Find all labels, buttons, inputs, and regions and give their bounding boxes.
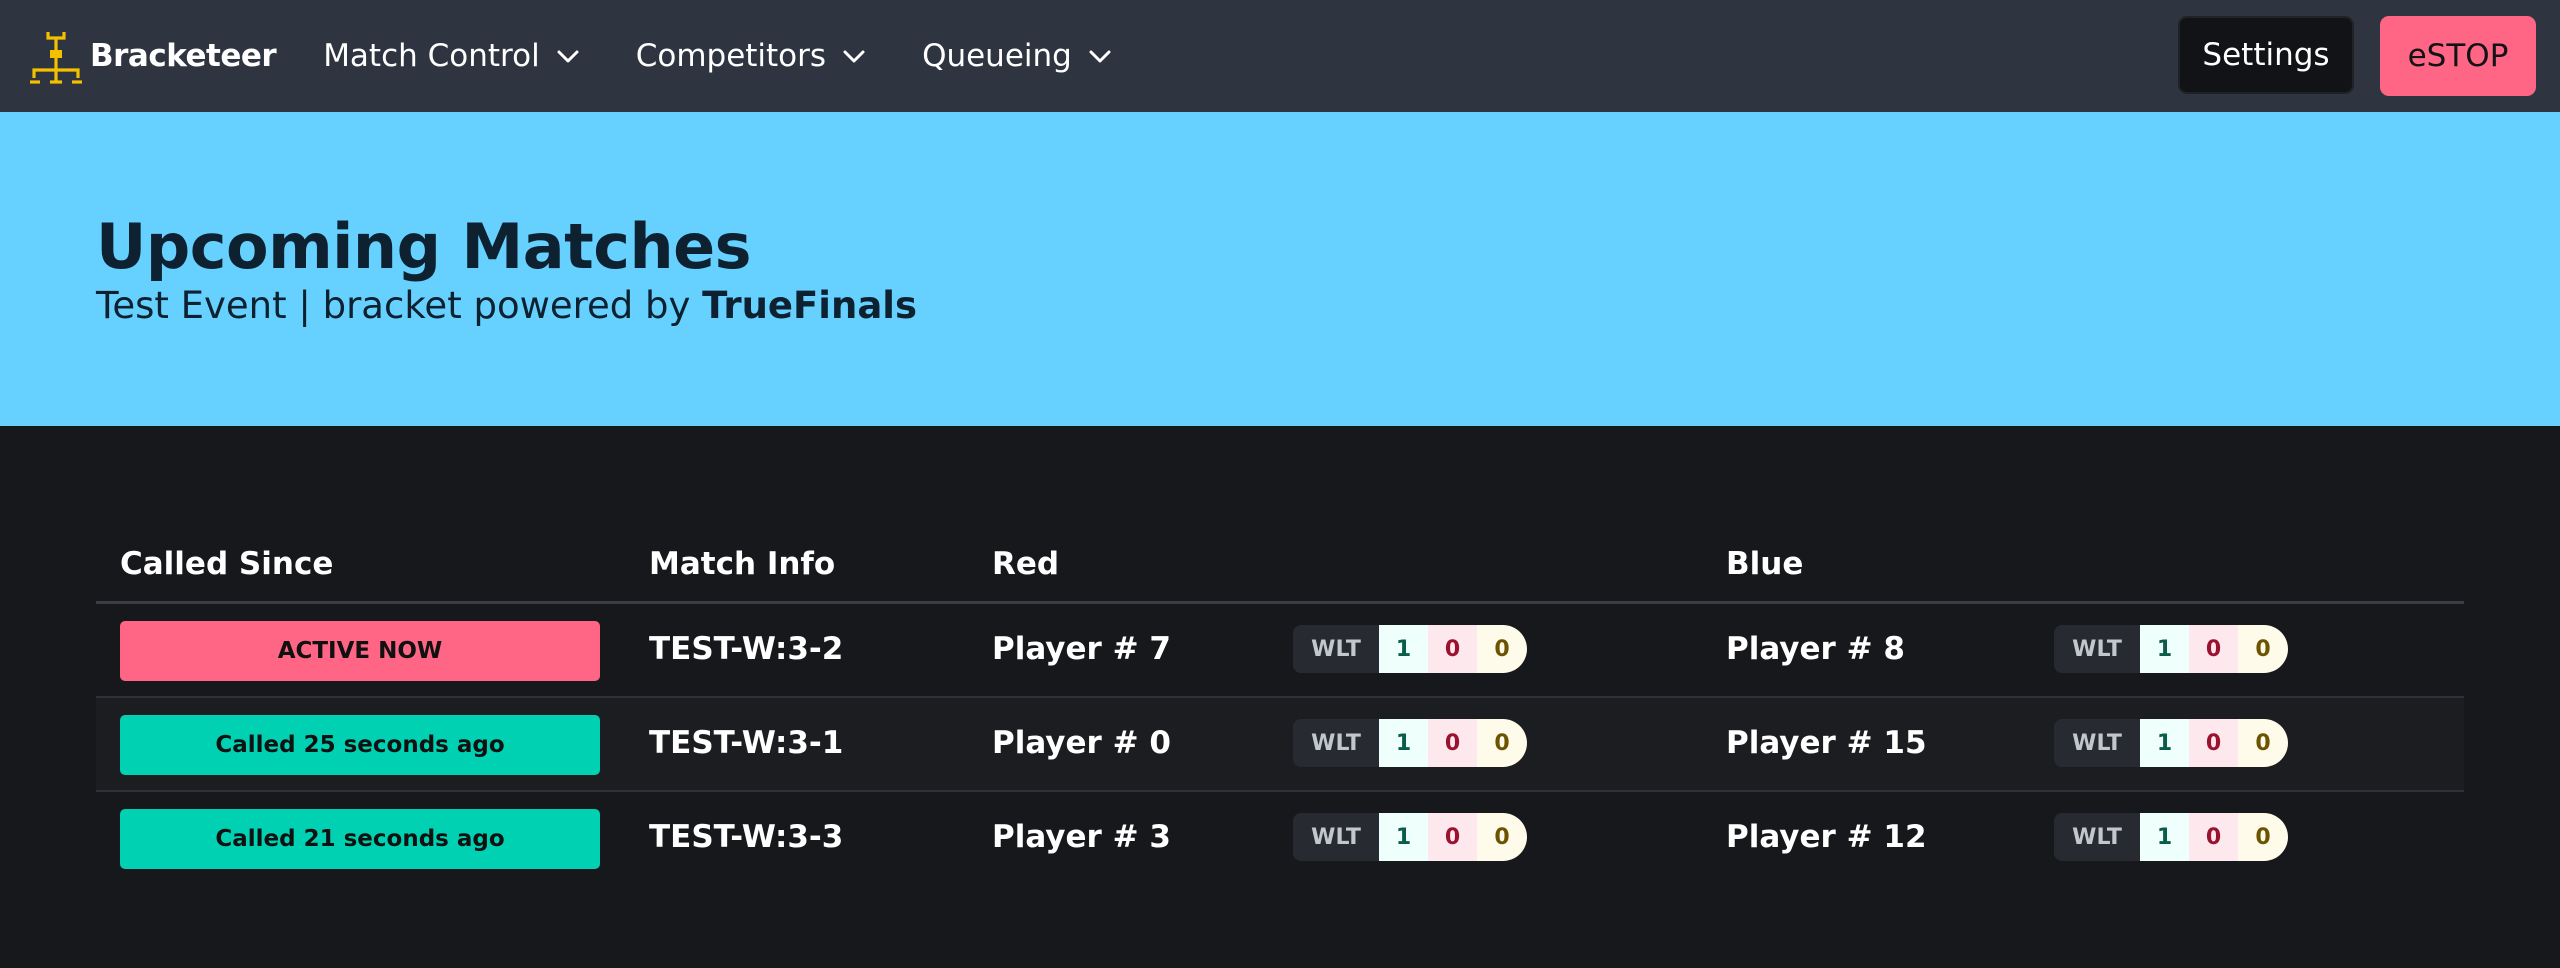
blue-player: Player # 15 bbox=[1726, 725, 1927, 761]
wlt-label: WLT bbox=[2054, 625, 2140, 673]
nav-match-control-label: Match Control bbox=[323, 38, 540, 74]
wins-count: 1 bbox=[1379, 813, 1428, 861]
wlt-label: WLT bbox=[2054, 813, 2140, 861]
bracket-icon bbox=[30, 32, 82, 84]
wlt-label: WLT bbox=[1293, 625, 1379, 673]
settings-button[interactable]: Settings bbox=[2178, 16, 2354, 94]
chevron-down-icon bbox=[1089, 50, 1111, 63]
status-badge: ACTIVE NOW bbox=[120, 621, 600, 681]
blue-wlt-record: WLT 1 0 0 bbox=[2054, 813, 2288, 861]
match-info: TEST-W:3-1 bbox=[649, 725, 844, 761]
red-wlt-record: WLT 1 0 0 bbox=[1293, 813, 1527, 861]
red-player: Player # 7 bbox=[992, 631, 1171, 667]
table-row: Called 25 seconds ago TEST-W:3-1 Player … bbox=[96, 698, 2464, 792]
losses-count: 0 bbox=[1428, 625, 1477, 673]
nav-match-control[interactable]: Match Control bbox=[296, 0, 609, 112]
nav-competitors[interactable]: Competitors bbox=[609, 0, 895, 112]
ties-count: 0 bbox=[1477, 813, 1527, 861]
nav-actions: Settings eSTOP bbox=[2178, 16, 2536, 96]
ties-count: 0 bbox=[1477, 719, 1527, 767]
blue-player: Player # 8 bbox=[1726, 631, 1905, 667]
wlt-label: WLT bbox=[2054, 719, 2140, 767]
status-badge: Called 21 seconds ago bbox=[120, 809, 600, 869]
ties-count: 0 bbox=[2238, 719, 2288, 767]
red-player: Player # 3 bbox=[992, 819, 1171, 855]
table-row: Called 21 seconds ago TEST-W:3-3 Player … bbox=[96, 792, 2464, 886]
upcoming-matches-table: Called Since Match Info Red Blue ACTIVE … bbox=[96, 530, 2464, 886]
nav-menu: Match Control Competitors Queueing bbox=[296, 0, 1141, 112]
table-row: ACTIVE NOW TEST-W:3-2 Player # 7 WLT 1 0… bbox=[96, 604, 2464, 698]
truefinals-link[interactable]: TrueFinals bbox=[702, 284, 917, 327]
header-blue: Blue bbox=[1726, 546, 1804, 582]
wins-count: 1 bbox=[2140, 719, 2189, 767]
table-header: Called Since Match Info Red Blue bbox=[96, 530, 2464, 604]
page-subtitle: Test Event | bracket powered by TrueFina… bbox=[96, 284, 917, 327]
ties-count: 0 bbox=[1477, 625, 1527, 673]
estop-button[interactable]: eSTOP bbox=[2380, 16, 2536, 96]
red-wlt-record: WLT 1 0 0 bbox=[1293, 719, 1527, 767]
hero-banner: Upcoming Matches Test Event | bracket po… bbox=[0, 112, 2560, 426]
wins-count: 1 bbox=[2140, 813, 2189, 861]
page-title: Upcoming Matches bbox=[96, 210, 752, 283]
header-called-since: Called Since bbox=[120, 546, 334, 582]
blue-wlt-record: WLT 1 0 0 bbox=[2054, 625, 2288, 673]
nav-queueing[interactable]: Queueing bbox=[895, 0, 1141, 112]
chevron-down-icon bbox=[843, 50, 865, 63]
brand-link[interactable]: Bracketeer bbox=[28, 0, 277, 112]
ties-count: 0 bbox=[2238, 813, 2288, 861]
match-info: TEST-W:3-3 bbox=[649, 819, 844, 855]
header-red: Red bbox=[992, 546, 1060, 582]
losses-count: 0 bbox=[1428, 719, 1477, 767]
nav-competitors-label: Competitors bbox=[635, 38, 827, 74]
chevron-down-icon bbox=[557, 50, 579, 63]
ties-count: 0 bbox=[2238, 625, 2288, 673]
wins-count: 1 bbox=[1379, 719, 1428, 767]
wins-count: 1 bbox=[2140, 625, 2189, 673]
wlt-label: WLT bbox=[1293, 719, 1379, 767]
blue-wlt-record: WLT 1 0 0 bbox=[2054, 719, 2288, 767]
red-player: Player # 0 bbox=[992, 725, 1171, 761]
subtitle-text: Test Event | bracket powered by bbox=[96, 284, 703, 327]
blue-player: Player # 12 bbox=[1726, 819, 1927, 855]
match-info: TEST-W:3-2 bbox=[649, 631, 844, 667]
losses-count: 0 bbox=[1428, 813, 1477, 861]
header-match-info: Match Info bbox=[649, 546, 836, 582]
status-badge: Called 25 seconds ago bbox=[120, 715, 600, 775]
losses-count: 0 bbox=[2189, 719, 2238, 767]
wins-count: 1 bbox=[1379, 625, 1428, 673]
losses-count: 0 bbox=[2189, 813, 2238, 861]
top-navbar: Bracketeer Match Control Competitors Que… bbox=[0, 0, 2560, 112]
brand-name: Bracketeer bbox=[90, 38, 277, 74]
losses-count: 0 bbox=[2189, 625, 2238, 673]
wlt-label: WLT bbox=[1293, 813, 1379, 861]
red-wlt-record: WLT 1 0 0 bbox=[1293, 625, 1527, 673]
nav-queueing-label: Queueing bbox=[922, 38, 1072, 74]
